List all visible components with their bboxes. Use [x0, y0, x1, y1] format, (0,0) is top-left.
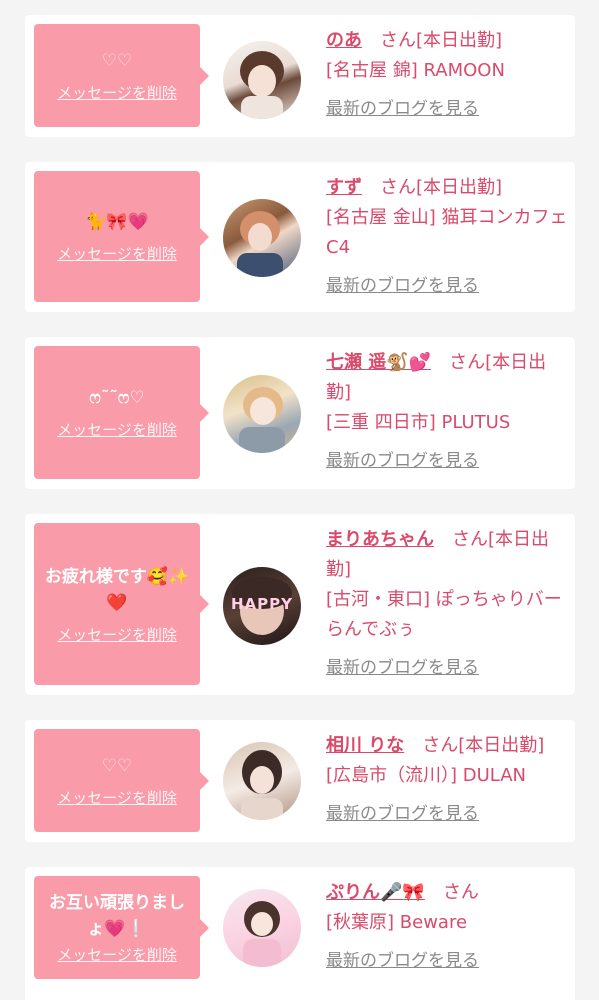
- list-item: ♡♡ メッセージを削除 相川 りな さん[本日出勤] [広島市（流川）] DUL…: [25, 720, 575, 842]
- cast-name-link[interactable]: すず: [326, 177, 362, 198]
- delete-message-link[interactable]: メッセージを削除: [57, 243, 177, 264]
- message-bubble: お疲れ様です🥰✨❤️ メッセージを削除: [34, 523, 209, 685]
- shop-name: [名古屋 金山] 猫耳コンカフェ C4: [326, 207, 568, 258]
- avatar[interactable]: [223, 199, 301, 277]
- shop-name: [三重 四日市] PLUTUS: [326, 412, 511, 433]
- avatar-photo: [241, 750, 283, 820]
- latest-blog-link[interactable]: 最新のブログを見る: [326, 653, 479, 683]
- avatar-photo: [237, 211, 283, 277]
- shop-name: [古河・東口] ぽっちゃりバー らんでぶぅ: [326, 589, 562, 640]
- avatar[interactable]: HAPPY: [223, 567, 301, 645]
- cast-info: ぷりん🎤🎀 さん [秋葉原] Beware 最新のブログを見る: [326, 878, 571, 976]
- honorific: さん: [452, 529, 488, 550]
- cast-info: まりあちゃん さん[本日出勤] [古河・東口] ぽっちゃりバー らんでぶぅ 最新…: [326, 525, 571, 683]
- latest-blog-link[interactable]: 最新のブログを見る: [326, 946, 479, 976]
- message-text: 🐈🎀💗: [85, 212, 149, 232]
- work-status: [本日出勤]: [458, 735, 545, 756]
- honorific: さん: [442, 882, 479, 903]
- delete-message-link[interactable]: メッセージを削除: [57, 787, 177, 808]
- avatar[interactable]: [223, 889, 301, 967]
- avatar-photo: [239, 387, 285, 453]
- latest-blog-link[interactable]: 最新のブログを見る: [326, 799, 479, 829]
- avatar[interactable]: [223, 41, 301, 119]
- message-list: ♡♡ メッセージを削除 のあ さん[本日出勤] [名古屋 錦] RAMOON 最…: [0, 0, 599, 1000]
- cast-name-link[interactable]: 相川 りな: [326, 735, 404, 756]
- cast-name-link[interactable]: 七瀬 遥🐒💕: [326, 352, 431, 373]
- honorific: さん: [422, 735, 459, 756]
- message-bubble: ♡♡ メッセージを削除: [34, 729, 209, 832]
- message-text: ෆ˜˜ෆ♡: [89, 388, 145, 408]
- honorific: さん: [380, 30, 416, 51]
- list-item: お互い頑張りましょ💗❕ メッセージを削除 ぷりん🎤🎀 さん [秋葉原] Bewa…: [25, 867, 575, 1000]
- message-bubble: 🐈🎀💗 メッセージを削除: [34, 171, 209, 302]
- work-status: [本日出勤]: [416, 30, 503, 51]
- message-bubble: ♡♡ メッセージを削除: [34, 24, 209, 127]
- delete-message-link[interactable]: メッセージを削除: [57, 419, 177, 440]
- avatar-caption: HAPPY: [230, 595, 293, 613]
- avatar[interactable]: [223, 742, 301, 820]
- cast-info: のあ さん[本日出勤] [名古屋 錦] RAMOON 最新のブログを見る: [326, 26, 571, 124]
- message-text: ♡♡: [101, 756, 133, 776]
- message-text: ♡♡: [101, 51, 133, 71]
- avatar-photo: [243, 901, 281, 967]
- work-status: [本日出勤]: [416, 177, 503, 198]
- shop-name: [名古屋 錦] RAMOON: [326, 60, 505, 81]
- latest-blog-link[interactable]: 最新のブログを見る: [326, 271, 479, 301]
- honorific: さん: [449, 352, 486, 373]
- delete-message-link[interactable]: メッセージを削除: [57, 624, 177, 645]
- shop-name: [秋葉原] Beware: [326, 912, 468, 933]
- delete-message-link[interactable]: メッセージを削除: [57, 944, 177, 965]
- cast-name-link[interactable]: まりあちゃん: [326, 529, 434, 550]
- list-item: お疲れ様です🥰✨❤️ メッセージを削除 HAPPY まりあちゃん さん[本日出勤…: [25, 514, 575, 695]
- shop-name: [広島市（流川）] DULAN: [326, 765, 527, 786]
- cast-info: 七瀬 遥🐒💕 さん[本日出勤] [三重 四日市] PLUTUS 最新のブログを見…: [326, 348, 571, 476]
- message-text: お疲れ様です🥰✨❤️: [44, 566, 190, 613]
- cast-info: 相川 りな さん[本日出勤] [広島市（流川）] DULAN 最新のブログを見る: [326, 731, 571, 829]
- list-item: 🐈🎀💗 メッセージを削除 すず さん[本日出勤] [名古屋 金山] 猫耳コンカフ…: [25, 162, 575, 312]
- list-item: ♡♡ メッセージを削除 のあ さん[本日出勤] [名古屋 錦] RAMOON 最…: [25, 15, 575, 137]
- cast-name-link[interactable]: のあ: [326, 30, 362, 51]
- message-text: お互い頑張りましょ💗❕: [49, 893, 185, 939]
- avatar-photo: [240, 51, 284, 119]
- message-bubble: お互い頑張りましょ💗❕ メッセージを削除: [34, 876, 209, 979]
- latest-blog-link[interactable]: 最新のブログを見る: [326, 94, 479, 124]
- cast-info: すず さん[本日出勤] [名古屋 金山] 猫耳コンカフェ C4 最新のブログを見…: [326, 173, 571, 301]
- latest-blog-link[interactable]: 最新のブログを見る: [326, 446, 479, 476]
- avatar[interactable]: [223, 375, 301, 453]
- honorific: さん: [380, 177, 416, 198]
- cast-name-link[interactable]: ぷりん🎤🎀: [326, 882, 425, 903]
- message-bubble: ෆ˜˜ෆ♡ メッセージを削除: [34, 346, 209, 479]
- list-item: ෆ˜˜ෆ♡ メッセージを削除 七瀬 遥🐒💕 さん[本日出勤] [三重 四日市] …: [25, 337, 575, 489]
- delete-message-link[interactable]: メッセージを削除: [57, 82, 177, 103]
